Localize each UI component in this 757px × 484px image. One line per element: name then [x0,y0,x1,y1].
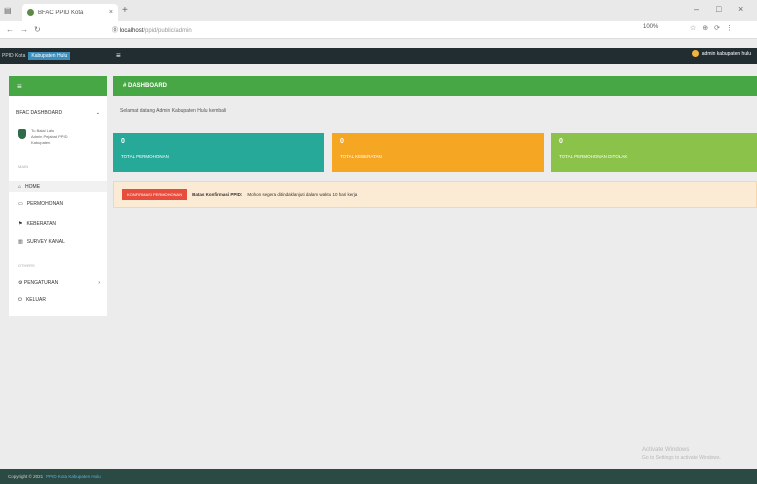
forward-icon[interactable]: → [20,25,28,34]
sidebar-item-label: SURVEY KANAL [26,239,65,245]
new-tab-button[interactable]: + [122,5,128,16]
sidebar-item-survey[interactable]: ▥ SURVEY KANAL [18,239,65,245]
stat-label: TOTAL KEBERATAN [340,154,382,159]
reload-icon[interactable]: ↻ [34,25,41,34]
sidebar-item-label: KEBERATAN [26,221,57,227]
page-title-bar: # DASHBOARD [113,76,757,96]
power-icon: ⏻ [18,297,22,303]
chart-icon: ▥ [18,239,23,245]
browser-tab[interactable]: BFAC PPID Kota × [22,4,118,21]
sidebar-profile-toggle[interactable]: BFAC DASHBOARD ⌄ [16,110,100,116]
stat-box-ditolak[interactable]: 0 TOTAL PERMOHONAN DITOLAK [551,133,757,172]
menu-toggle-icon[interactable]: ≡ [116,51,121,60]
url-path: /ppid/public/admin [143,28,192,34]
alert-text: Mohon segera ditindaklanjuti dalam waktu… [247,192,358,197]
stat-label: TOTAL PERMOHONAN [121,154,169,159]
sidebar-item-label: HOME [25,183,41,190]
tab-list-icon[interactable]: ▤ [4,6,12,15]
sidebar-header: ≡ [9,76,107,96]
favicon-icon [27,9,34,16]
flag-icon: ⚑ [18,221,23,227]
stat-number: 0 [121,138,125,145]
minimize-icon[interactable]: – [694,4,699,14]
alert-banner: KONFIRMASI PERMOHONAN Batas Konfirmasi P… [113,181,757,208]
avatar [691,50,699,57]
tab-title: BFAC PPID Kota [38,9,84,16]
stat-box-keberatan[interactable]: 0 TOTAL KEBERATAN [332,133,544,172]
stat-number: 0 [340,138,344,145]
stat-box-permohonan[interactable]: 0 TOTAL PERMOHONAN [113,133,324,172]
back-icon[interactable]: ← [6,25,14,34]
gear-icon: ⚙ [18,280,23,286]
profile-label: BFAC DASHBOARD [16,110,63,116]
chevron-right-icon: › [98,280,100,286]
logo-icon [18,129,26,139]
chevron-down-icon: ⌄ [95,110,100,116]
sidebar-item-pengaturan[interactable]: ⚙ PENGATURAN › [18,280,100,286]
lock-icon: ⓪ [112,28,119,34]
toolbar-icons[interactable]: ☆⊕⟳⋮ [690,24,739,32]
confirm-button[interactable]: KONFIRMASI PERMOHONAN [122,189,188,200]
stat-number: 0 [559,138,563,145]
url-field[interactable]: ⓪ localhost/ppid/public/admin [112,25,192,34]
sidebar-item-home[interactable]: ⌂ HOME [9,181,107,192]
alert-bold: Batas Konfirmasi PPID: [192,192,243,197]
close-window-icon[interactable]: × [738,4,743,14]
app-header [0,48,757,64]
activation-watermark: Activate Windows Go to Settings to activ… [642,446,721,462]
sidebar-item-keluar[interactable]: ⏻ KELUAR [18,297,46,303]
user-name: admin kabupaten hulu [701,50,751,57]
sidebar-item-label: PERMOHONAN [26,201,64,207]
footer: Copyright © 2021 PPID Kota Kabupaten Hul… [0,469,757,484]
sidebar-item-label: KELUAR [25,297,46,303]
sidebar-item-permohonan[interactable]: ▭ PERMOHONAN [18,201,63,207]
brand-highlight: Kabupaten Hulu [28,51,71,60]
sidebar-title: ≡ [17,81,22,91]
watermark-line: Go to Settings to activate Windows. [642,455,721,461]
sidebar-item-keberatan[interactable]: ⚑ KEBERATAN [18,221,56,227]
section-label: MAIN [18,164,28,169]
profile-info: Tu Balai Lalu Admin Pejabat PPID Kabupat… [31,128,67,146]
home-icon: ⌂ [18,183,22,190]
brand[interactable]: PPID Kota Kabupaten Hulu [2,50,71,61]
browser-tab-bar: ▤ BFAC PPID Kota × + – □ × [0,0,757,21]
brand-prefix: PPID Kota [2,52,26,59]
stat-label: TOTAL PERMOHONAN DITOLAK [559,154,628,159]
section-label: OTHERS [18,263,35,268]
sidebar-item-label: PENGATURAN [23,280,59,286]
copyright-text: Copyright © 2021 [8,474,44,479]
url-host: localhost [119,28,144,34]
footer-link[interactable]: PPID Kota Kabupaten Hulu [46,474,101,479]
page-title: # DASHBOARD [123,83,168,89]
welcome-text: Selamat datang Admin Kabupaten Hulu kemb… [120,108,227,114]
user-menu[interactable]: admin kabupaten hulu [691,50,751,57]
close-tab-icon[interactable]: × [109,9,113,16]
profile-line: Kabupaten [31,140,51,145]
inbox-icon: ▭ [18,201,23,207]
maximize-icon[interactable]: □ [716,4,721,14]
zoom-level[interactable]: 100% [643,24,658,30]
watermark-line: Activate Windows [642,447,690,453]
